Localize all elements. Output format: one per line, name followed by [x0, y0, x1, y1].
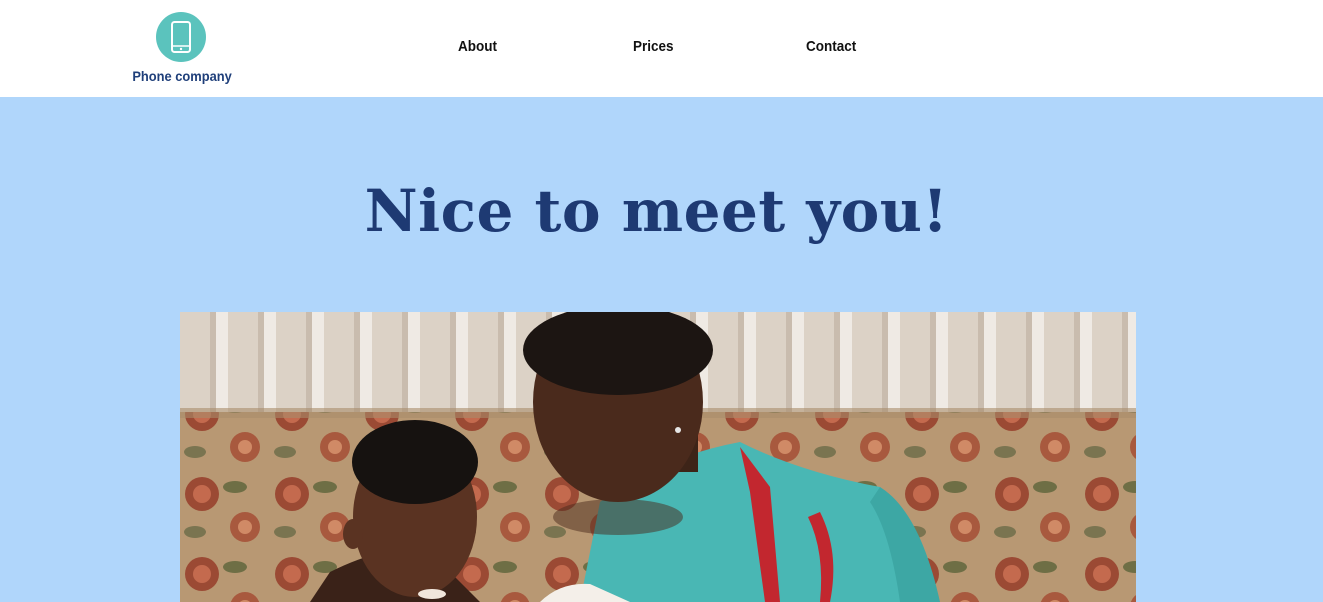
- nav-link-about[interactable]: About: [458, 38, 497, 55]
- logo-text: Phone company: [132, 68, 232, 84]
- nav-link-prices[interactable]: Prices: [633, 38, 674, 55]
- hero-section: Nice to meet you!: [0, 97, 1323, 602]
- hero-title: Nice to meet you!: [364, 177, 949, 245]
- nav-link-contact[interactable]: Contact: [806, 38, 856, 55]
- smartphone-icon: [156, 12, 206, 62]
- site-header: Phone company About Prices Contact: [0, 0, 1323, 97]
- hero-photo: [180, 312, 1136, 602]
- logo-link[interactable]: Phone company: [128, 12, 236, 88]
